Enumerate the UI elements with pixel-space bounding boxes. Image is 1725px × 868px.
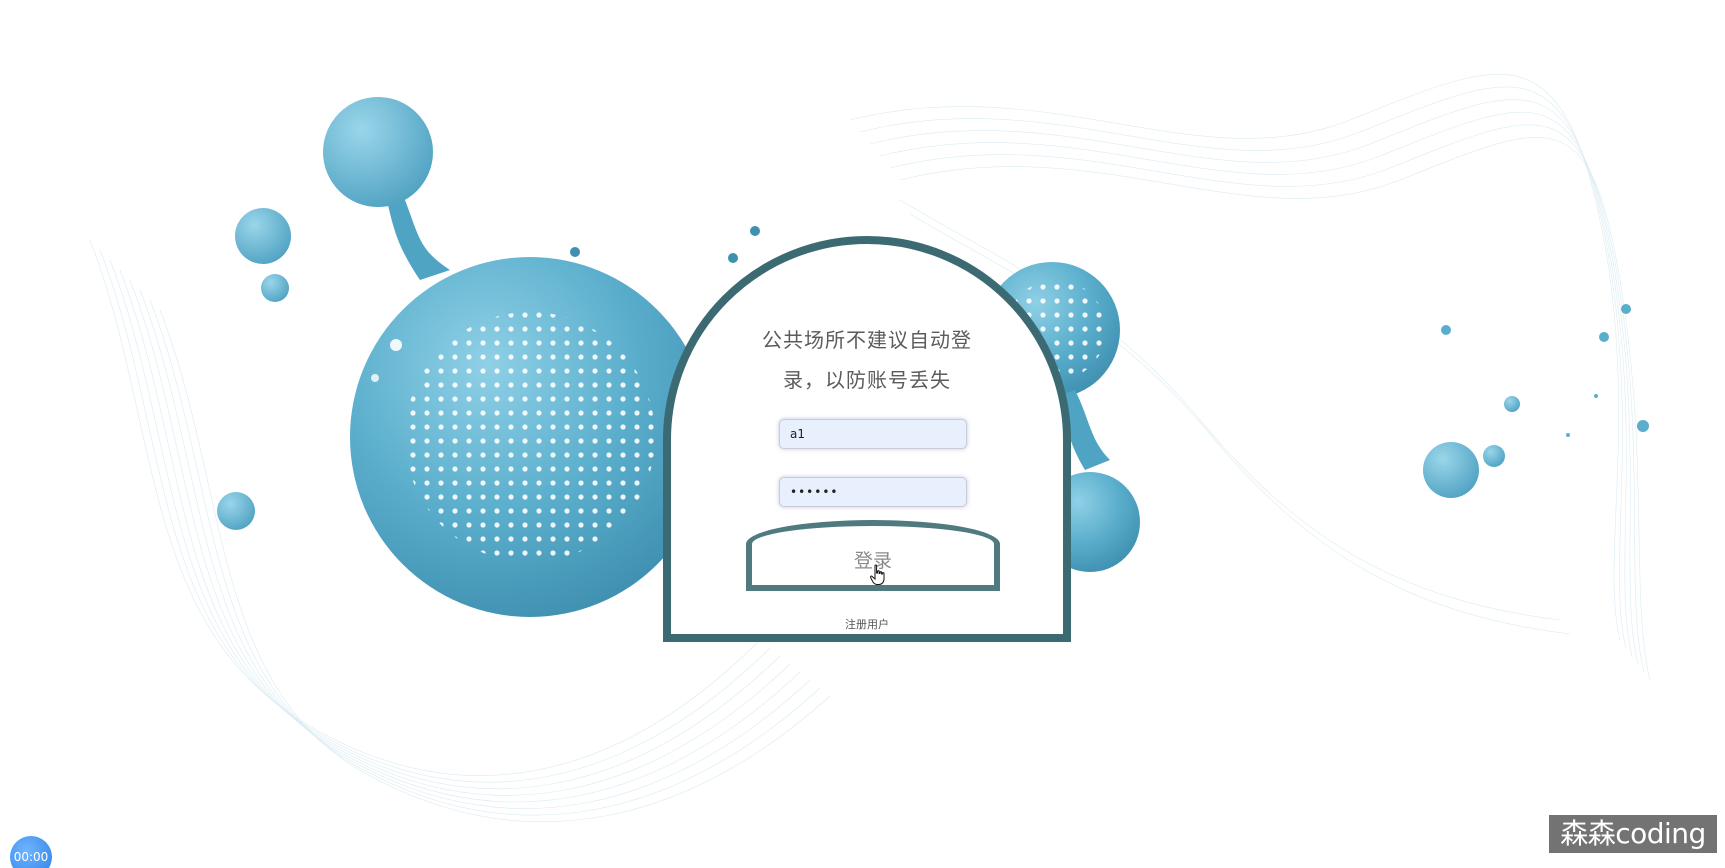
bubble-cluster-right: [1423, 304, 1649, 498]
username-input[interactable]: [779, 419, 967, 449]
register-link[interactable]: 注册用户: [671, 616, 1063, 632]
login-page: 公共场所不建议自动登录，以防账号丢失 登录 注册用户 00:00 森森codin…: [0, 0, 1725, 868]
login-notice: 公共场所不建议自动登录，以防账号丢失: [762, 328, 972, 392]
hand-pointer-icon: [869, 564, 885, 585]
password-input[interactable]: [779, 477, 967, 507]
watermark: 森森coding: [1549, 815, 1717, 853]
login-card: 公共场所不建议自动登录，以防账号丢失 登录 注册用户: [663, 236, 1071, 642]
login-button[interactable]: 登录: [746, 520, 1000, 591]
